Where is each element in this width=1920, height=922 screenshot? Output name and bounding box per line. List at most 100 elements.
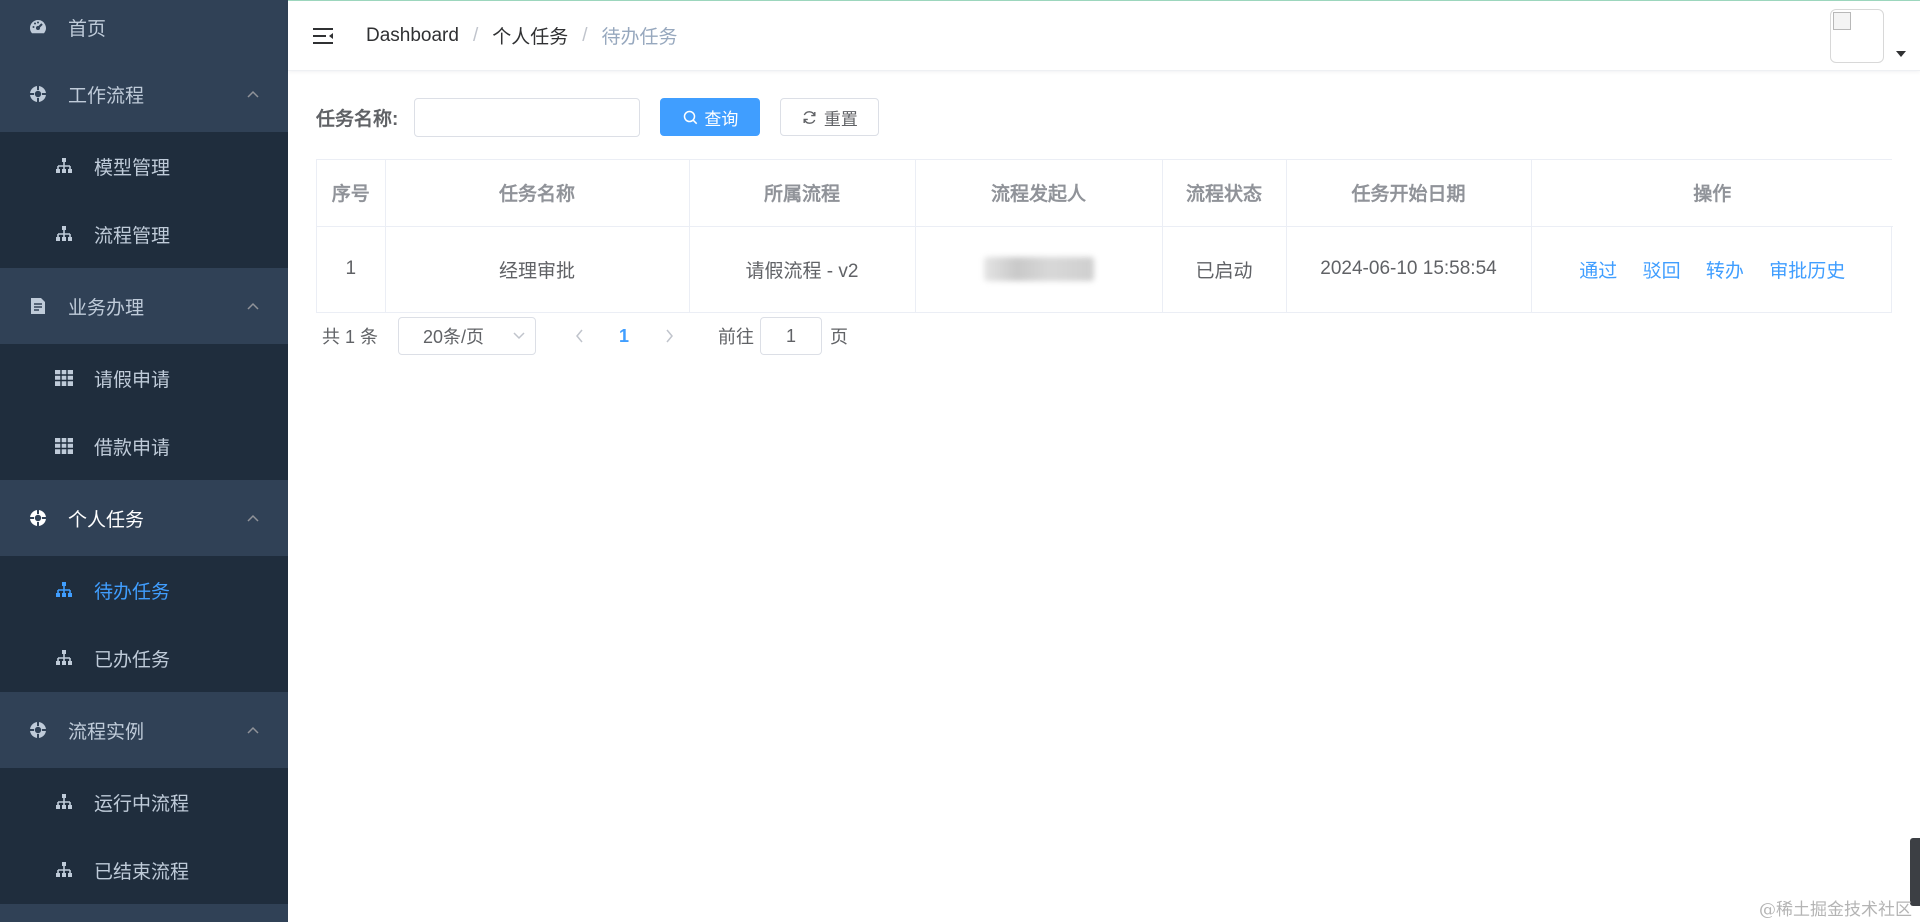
sidebar-item-loan-apply[interactable]: 借款申请 bbox=[0, 412, 288, 480]
cell-task-name: 经理审批 bbox=[385, 226, 690, 312]
approve-link[interactable]: 通过 bbox=[1579, 261, 1617, 282]
sidebar-item-label: 已结束流程 bbox=[94, 861, 190, 883]
tree-icon bbox=[54, 580, 74, 600]
tree-icon bbox=[54, 860, 74, 880]
sidebar-item-label: 请假申请 bbox=[94, 369, 171, 391]
breadcrumb-separator: / bbox=[582, 24, 588, 46]
sidebar-item-process-manage[interactable]: 流程管理 bbox=[0, 200, 288, 268]
goto-suffix: 页 bbox=[830, 327, 849, 347]
cell-status: 已启动 bbox=[1162, 226, 1287, 312]
submenu-title-label: 个人任务 bbox=[68, 509, 145, 531]
workflow-icon bbox=[28, 508, 48, 528]
pagination: 共 1 条 20条/页 1 前往 页 bbox=[316, 315, 1892, 357]
query-button[interactable]: 查询 bbox=[660, 98, 761, 136]
page-number-current[interactable]: 1 bbox=[604, 326, 644, 347]
chevron-up-icon bbox=[246, 723, 260, 737]
goto-label: 前往 bbox=[718, 327, 755, 347]
workflow-icon bbox=[28, 84, 48, 104]
pagination-total: 共 1 条 bbox=[322, 327, 379, 347]
column-header-status: 流程状态 bbox=[1162, 160, 1287, 227]
sidebar-item-label: 借款申请 bbox=[94, 437, 171, 459]
submenu-title-label: 业务办理 bbox=[68, 297, 145, 319]
navbar: Dashboard / 个人任务 / 待办任务 bbox=[288, 1, 1920, 71]
watermark: @稀土掘金技术社区 bbox=[1759, 900, 1912, 920]
sidebar-item-label: 已办任务 bbox=[94, 649, 171, 671]
table-icon bbox=[54, 368, 74, 388]
task-table: 序号 任务名称 所属流程 流程发起人 流程状态 任务开始日期 操作 1 经理审批… bbox=[316, 159, 1893, 313]
sidebar-item-label: 模型管理 bbox=[94, 157, 171, 179]
next-page-button[interactable] bbox=[654, 321, 684, 351]
prev-page-button[interactable] bbox=[564, 321, 594, 351]
table-icon bbox=[54, 436, 74, 456]
form-icon bbox=[28, 296, 48, 316]
sidebar-item-model-manage[interactable]: 模型管理 bbox=[0, 132, 288, 200]
tree-icon bbox=[54, 224, 74, 244]
sidebar-item-done-tasks[interactable]: 已办任务 bbox=[0, 624, 288, 692]
column-header-initiator: 流程发起人 bbox=[915, 160, 1163, 227]
broken-image-icon bbox=[1833, 12, 1851, 30]
task-name-input[interactable] bbox=[414, 97, 641, 137]
table-row: 1 经理审批 请假流程 - v2 已启动 2024-06-10 15:58:54… bbox=[317, 226, 1893, 312]
sidebar-item-label: 首页 bbox=[68, 18, 107, 40]
redacted-initiator bbox=[983, 257, 1094, 282]
page-size-select[interactable]: 20条/页 bbox=[398, 317, 537, 355]
submenu-title-label: 工作流程 bbox=[68, 85, 145, 107]
approval-history-link[interactable]: 审批历史 bbox=[1769, 261, 1845, 282]
chevron-down-icon bbox=[513, 330, 525, 342]
cell-actions: 通过 驳回 转办 审批历史 bbox=[1531, 226, 1893, 312]
transfer-link[interactable]: 转办 bbox=[1706, 261, 1744, 282]
cell-index: 1 bbox=[317, 226, 386, 312]
submenu-workflow[interactable]: 工作流程 bbox=[0, 56, 288, 132]
search-form: 任务名称: 查询 重置 bbox=[316, 97, 1892, 137]
page-content: 任务名称: 查询 重置 序号 任务名称 所属流程 流程发起人 流程状态 任务开始… bbox=[288, 71, 1920, 357]
sidebar-item-todo-tasks[interactable]: 待办任务 bbox=[0, 556, 288, 624]
submenu-business[interactable]: 业务办理 bbox=[0, 268, 288, 344]
submenu-body: 运行中流程 已结束流程 bbox=[0, 768, 288, 904]
submenu-title-label: 流程实例 bbox=[68, 721, 145, 743]
sidebar-item-running-processes[interactable]: 运行中流程 bbox=[0, 768, 288, 836]
sidebar-item-label: 流程管理 bbox=[94, 225, 171, 247]
submenu-body: 模型管理 流程管理 bbox=[0, 132, 288, 268]
caret-down-icon[interactable] bbox=[1896, 51, 1906, 57]
sidebar: 首页 工作流程 模型管理 流程管理 业务办理 请假申请 借款申请 个人任务 待办… bbox=[0, 0, 288, 922]
chevron-up-icon bbox=[246, 511, 260, 525]
user-menu[interactable] bbox=[1830, 9, 1906, 63]
query-button-label: 查询 bbox=[704, 109, 739, 129]
chevron-up-icon bbox=[246, 299, 260, 313]
table-header-row: 序号 任务名称 所属流程 流程发起人 流程状态 任务开始日期 操作 bbox=[317, 160, 1893, 227]
workflow-icon bbox=[28, 720, 48, 740]
goto-page-input[interactable] bbox=[760, 317, 823, 355]
chevron-up-icon bbox=[246, 87, 260, 101]
hamburger-icon[interactable] bbox=[310, 23, 336, 49]
search-icon bbox=[682, 109, 698, 125]
sidebar-item-home[interactable]: 首页 bbox=[0, 0, 288, 56]
task-name-label: 任务名称: bbox=[316, 108, 399, 130]
reset-button[interactable]: 重置 bbox=[780, 98, 880, 136]
sidebar-item-label: 运行中流程 bbox=[94, 793, 190, 815]
sidebar-item-finished-processes[interactable]: 已结束流程 bbox=[0, 836, 288, 904]
submenu-personal-tasks[interactable]: 个人任务 bbox=[0, 480, 288, 556]
avatar[interactable] bbox=[1830, 9, 1884, 63]
cell-process: 请假流程 - v2 bbox=[689, 226, 916, 312]
sidebar-item-leave-apply[interactable]: 请假申请 bbox=[0, 344, 288, 412]
dashboard-icon bbox=[28, 17, 48, 37]
column-header-index: 序号 bbox=[317, 160, 386, 227]
reject-link[interactable]: 驳回 bbox=[1643, 261, 1681, 282]
submenu-process-instances[interactable]: 流程实例 bbox=[0, 692, 288, 768]
column-header-start-date: 任务开始日期 bbox=[1286, 160, 1532, 227]
breadcrumb-item-personal-tasks[interactable]: 个人任务 bbox=[492, 22, 568, 49]
tree-icon bbox=[54, 648, 74, 668]
breadcrumb-separator: / bbox=[472, 24, 479, 46]
refresh-icon bbox=[802, 109, 818, 125]
tree-icon bbox=[54, 792, 74, 812]
column-header-process: 所属流程 bbox=[689, 160, 916, 227]
column-header-task-name: 任务名称 bbox=[385, 160, 690, 227]
column-header-actions: 操作 bbox=[1531, 160, 1893, 227]
breadcrumb-item-current: 待办任务 bbox=[601, 27, 678, 48]
cell-start-date: 2024-06-10 15:58:54 bbox=[1286, 226, 1532, 312]
sidebar-item-label: 待办任务 bbox=[94, 581, 171, 603]
reset-button-label: 重置 bbox=[823, 109, 858, 129]
cell-initiator bbox=[915, 226, 1163, 312]
submenu-body: 待办任务 已办任务 bbox=[0, 556, 288, 692]
breadcrumb-item-dashboard[interactable]: Dashboard bbox=[366, 25, 459, 47]
